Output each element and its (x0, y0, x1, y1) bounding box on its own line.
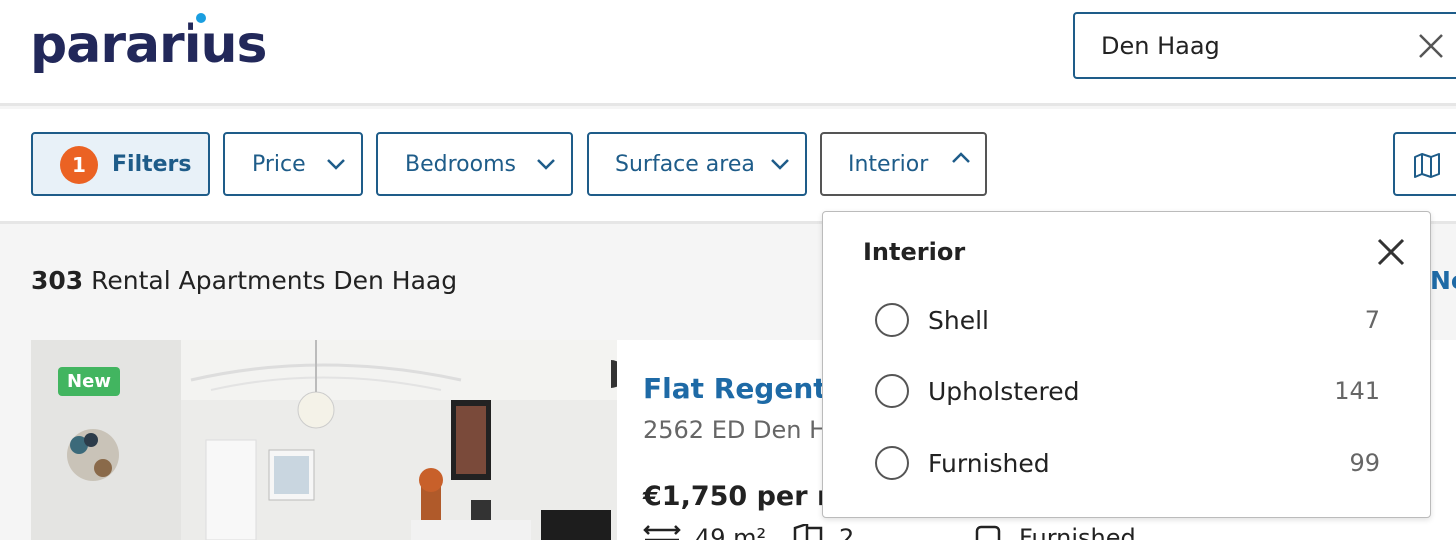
map-icon (1414, 153, 1440, 178)
new-badge: New (58, 367, 120, 396)
results-text: Rental Apartments Den Haag (91, 266, 458, 295)
listing-price: €1,750 per m (643, 481, 846, 512)
surface-area-filter-label: Surface area (615, 152, 755, 177)
filters-label: Filters (112, 152, 192, 177)
interior-icon (975, 525, 1001, 540)
option-label: Shell (928, 306, 989, 335)
listing-rooms: 2 (839, 524, 855, 540)
surface-area-filter-button[interactable]: Surface area (587, 132, 807, 196)
price-filter-label: Price (252, 152, 306, 177)
filter-count-badge: 1 (60, 146, 98, 184)
header: pararius Den Haag (0, 0, 1456, 106)
filters-button[interactable]: 1 Filters (31, 132, 210, 196)
price-filter-button[interactable]: Price (223, 132, 363, 196)
filter-bar: 1 Filters Price Bedrooms Surface area In… (0, 109, 1456, 224)
listing-interior: Furnished (1019, 524, 1136, 540)
interior-option-shell[interactable]: Shell 7 (823, 290, 1432, 350)
listing-address: 2562 ED Den H (643, 416, 828, 444)
chevron-down-icon (327, 159, 345, 170)
close-icon[interactable] (1415, 30, 1447, 62)
map-view-button[interactable] (1393, 132, 1456, 196)
interior-dropdown: Interior Shell 7 Upholstered 141 Furnish… (822, 211, 1431, 518)
location-search-input[interactable]: Den Haag (1073, 12, 1456, 79)
listing-title[interactable]: Flat Regente (643, 372, 846, 405)
listing-photo[interactable]: New (31, 340, 617, 540)
results-number: 303 (31, 266, 84, 295)
search-value[interactable]: Den Haag (1101, 32, 1220, 60)
interior-option-upholstered[interactable]: Upholstered 141 (823, 361, 1432, 421)
option-label: Upholstered (928, 377, 1080, 406)
dropdown-title: Interior (863, 238, 966, 266)
sort-link[interactable]: Ne (1430, 266, 1456, 295)
listing-surface-area: 49 m² (695, 524, 767, 540)
option-count: 99 (1349, 449, 1380, 477)
logo[interactable]: pararius (30, 10, 267, 80)
radio-button[interactable] (875, 374, 909, 408)
rooms-icon (793, 524, 823, 540)
surface-area-icon (643, 525, 681, 540)
interior-filter-label: Interior (848, 152, 929, 177)
radio-button[interactable] (875, 303, 909, 337)
interior-option-furnished[interactable]: Furnished 99 (823, 433, 1432, 493)
interior-filter-button[interactable]: Interior (820, 132, 987, 196)
chevron-down-icon (771, 159, 789, 170)
option-count: 7 (1364, 306, 1380, 334)
radio-button[interactable] (875, 446, 909, 480)
option-count: 141 (1334, 377, 1380, 405)
logo-dot (196, 13, 206, 23)
chevron-down-icon (537, 159, 555, 170)
chevron-up-icon (952, 152, 970, 163)
bedrooms-filter-label: Bedrooms (405, 152, 516, 177)
results-count: 303 Rental Apartments Den Haag (31, 266, 457, 295)
close-icon[interactable] (1375, 236, 1407, 268)
option-label: Furnished (928, 449, 1050, 478)
bedrooms-filter-button[interactable]: Bedrooms (376, 132, 573, 196)
